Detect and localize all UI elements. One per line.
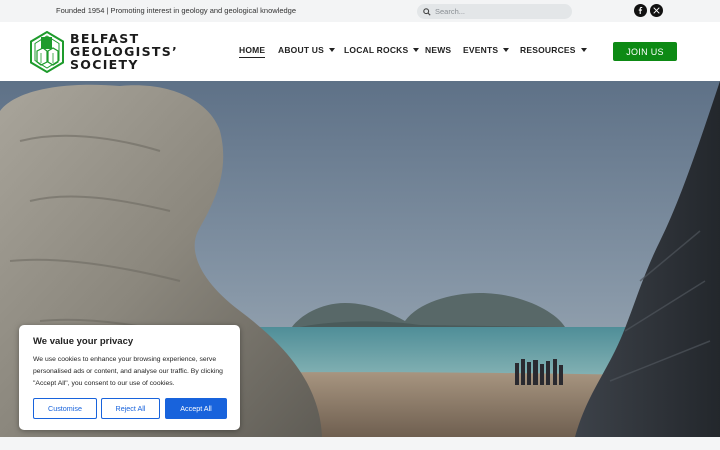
page-content-strip bbox=[0, 437, 720, 450]
cookie-title: We value your privacy bbox=[33, 336, 134, 347]
society-logo-icon[interactable] bbox=[29, 31, 65, 73]
chevron-down-icon bbox=[329, 48, 335, 52]
nav-about-us-label: ABOUT US bbox=[278, 45, 324, 55]
search-icon bbox=[423, 7, 431, 16]
chevron-down-icon bbox=[580, 48, 587, 52]
nav-home-label: HOME bbox=[239, 45, 266, 55]
facebook-icon[interactable] bbox=[634, 4, 647, 17]
x-twitter-icon[interactable] bbox=[650, 4, 663, 17]
chevron-down-icon bbox=[413, 48, 420, 52]
nav-local-rocks[interactable]: LOCAL ROCKS bbox=[344, 45, 420, 55]
cookie-body: We use cookies to enhance your browsing … bbox=[33, 356, 223, 387]
search-box[interactable] bbox=[417, 4, 572, 19]
site-tagline: Founded 1954 | Promoting interest in geo… bbox=[56, 6, 297, 15]
nav-about-us[interactable]: ABOUT US bbox=[278, 45, 335, 55]
top-bar: Founded 1954 | Promoting interest in geo… bbox=[0, 0, 720, 22]
search-input[interactable] bbox=[435, 7, 565, 16]
nav-resources[interactable]: RESOURCES bbox=[520, 45, 587, 55]
logo-line-3: SOCIETY bbox=[70, 57, 139, 72]
nav-news[interactable]: NEWS bbox=[425, 45, 451, 55]
nav-events[interactable]: EVENTS bbox=[463, 45, 510, 55]
join-us-button[interactable]: JOIN US bbox=[613, 42, 677, 61]
site-header: BELFAST GEOLOGISTS’ SOCIETY HOME ABOUT U… bbox=[0, 22, 720, 81]
nav-news-label: NEWS bbox=[425, 45, 452, 55]
customise-button[interactable]: Customise bbox=[33, 398, 97, 419]
chevron-down-icon bbox=[503, 48, 510, 52]
reject-all-button[interactable]: Reject All bbox=[101, 398, 160, 419]
nav-resources-label: RESOURCES bbox=[520, 45, 576, 55]
accept-all-button[interactable]: Accept All bbox=[165, 398, 227, 419]
nav-local-rocks-label: LOCAL ROCKS bbox=[344, 45, 409, 55]
nav-events-label: EVENTS bbox=[463, 45, 499, 55]
cookie-consent-banner: We value your privacy We use cookies to … bbox=[19, 325, 240, 430]
site-logo-text[interactable]: BELFAST GEOLOGISTS’ SOCIETY bbox=[70, 32, 178, 71]
nav-home[interactable]: HOME bbox=[239, 45, 266, 58]
